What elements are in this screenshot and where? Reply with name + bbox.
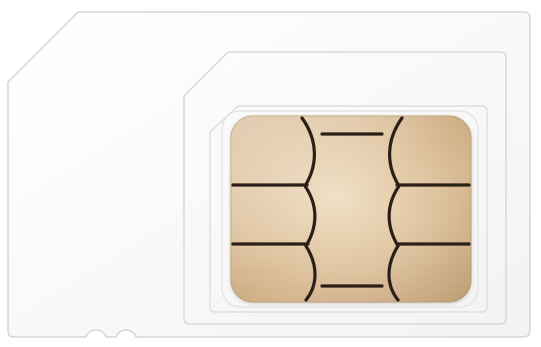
photo-stage <box>0 0 541 347</box>
sim-card-illustration <box>7 11 531 338</box>
sim-chip <box>230 115 472 303</box>
